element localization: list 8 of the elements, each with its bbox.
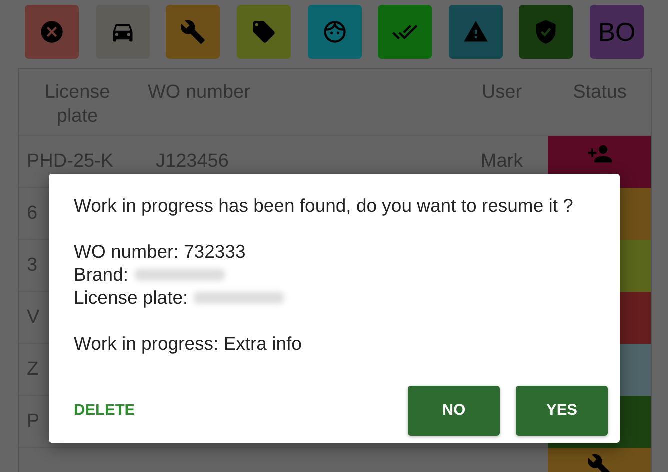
dialog-button[interactable]: NO (408, 386, 500, 436)
dialog-note: Work in progress: Extra info (74, 332, 303, 355)
detail-line: WO number: 732333 (74, 240, 246, 263)
detail-line: License plate: (74, 286, 188, 309)
detail-line: Brand: (74, 263, 129, 286)
dialog-button[interactable]: YES (516, 386, 608, 436)
dialog-message: Work in progress has been found, do you want to resume it ? (74, 194, 574, 217)
text-button[interactable]: DELETE (66, 386, 144, 436)
